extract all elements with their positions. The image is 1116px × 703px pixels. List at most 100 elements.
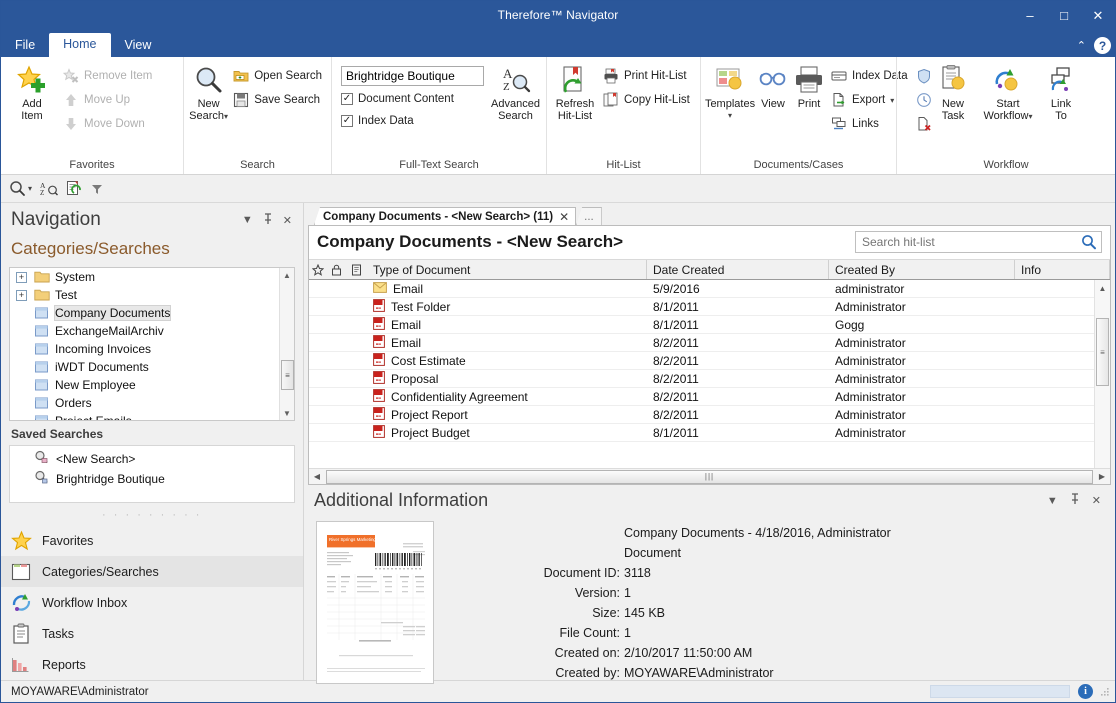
resize-grip-icon[interactable] xyxy=(1099,686,1111,698)
scroll-down-icon[interactable]: ▼ xyxy=(283,406,291,420)
table-row[interactable]: Email 8/1/2011 Gogg xyxy=(309,316,1110,334)
table-row[interactable]: Cost Estimate 8/2/2011 Administrator xyxy=(309,352,1110,370)
document-metadata: Company Documents - 4/18/2016, Administr… xyxy=(452,521,891,680)
navigation-dropdown-icon[interactable]: ▼ xyxy=(237,214,258,226)
scroll-left-icon[interactable]: ◀ xyxy=(309,472,325,481)
sidebar-item-categories-searches[interactable]: Categories/Searches xyxy=(1,556,303,587)
column-header-star[interactable] xyxy=(309,260,327,279)
refresh-hitlist-button[interactable]: Refresh Hit-List xyxy=(551,62,599,124)
table-row[interactable]: Test Folder 8/1/2011 Administrator xyxy=(309,298,1110,316)
column-header-type-of-document[interactable]: Type of Document xyxy=(367,260,647,279)
export-chevron-down-icon[interactable]: ▾ xyxy=(890,96,894,105)
tree-item-system[interactable]: + System xyxy=(10,268,294,286)
table-row[interactable]: Project Report 8/2/2011 Administrator xyxy=(309,406,1110,424)
column-header-note[interactable] xyxy=(345,260,367,279)
tree-item-iwdt-documents[interactable]: iWDT Documents xyxy=(10,358,294,376)
column-header-lock[interactable] xyxy=(327,260,345,279)
tab-view[interactable]: View xyxy=(111,34,166,58)
saved-search-new[interactable]: <New Search> xyxy=(10,449,294,469)
templates-chevron-down-icon[interactable]: ▾ xyxy=(728,110,732,122)
minimize-button[interactable]: – xyxy=(1013,1,1047,29)
search-hitlist-input[interactable] xyxy=(855,231,1102,253)
pane-splitter-handle[interactable]: · · · · · · · · · xyxy=(1,503,303,523)
tree-item-orders[interactable]: Orders xyxy=(10,394,294,412)
document-tab-overflow[interactable]: ... xyxy=(576,207,602,225)
tree-item-new-employee[interactable]: New Employee xyxy=(10,376,294,394)
column-header-date-created[interactable]: Date Created xyxy=(647,260,829,279)
hscroll-thumb[interactable]: ||| xyxy=(326,470,1093,484)
tree-item-project-emails[interactable]: Project Emails xyxy=(10,412,294,421)
advanced-search-button[interactable]: A Z Advanced Search xyxy=(489,62,542,124)
tree-item-exchangemailarchiv[interactable]: ExchangeMailArchiv xyxy=(10,322,294,340)
close-button[interactable]: ✕ xyxy=(1081,1,1115,29)
quick-search-icon[interactable]: ▾ xyxy=(9,180,32,197)
grid-vertical-scrollbar[interactable]: ▲ ≡ xyxy=(1094,280,1110,468)
scroll-up-icon[interactable]: ▲ xyxy=(1095,280,1110,296)
close-icon[interactable]: ✕ xyxy=(559,210,569,224)
filter-icon[interactable] xyxy=(91,182,103,196)
sidebar-item-tasks[interactable]: Tasks xyxy=(1,618,303,649)
new-search-button[interactable]: New Search▾ xyxy=(188,62,229,125)
expand-icon[interactable]: + xyxy=(16,290,27,301)
table-row[interactable]: Proposal 8/2/2011 Administrator xyxy=(309,370,1110,388)
tree-item-test[interactable]: + Test xyxy=(10,286,294,304)
table-row[interactable]: Project Budget 8/1/2011 Administrator xyxy=(309,424,1110,442)
quick-search-chevron-down-icon[interactable]: ▾ xyxy=(28,184,32,193)
tab-home[interactable]: Home xyxy=(49,33,110,58)
copy-hitlist-button[interactable]: Copy Hit-List xyxy=(599,88,695,112)
table-row[interactable]: Email 5/9/2016 administrator xyxy=(309,280,1110,298)
sidebar-item-reports[interactable]: Reports xyxy=(1,649,303,680)
navigation-close-icon[interactable]: ✕ xyxy=(278,214,297,227)
add-item-button[interactable]: Add Item xyxy=(5,62,59,124)
sort-az-icon[interactable]: A Z xyxy=(40,180,58,197)
view-button[interactable]: View xyxy=(755,62,791,112)
open-search-button[interactable]: Open Search xyxy=(229,64,327,88)
new-task-button[interactable]: New Task xyxy=(929,62,977,124)
help-icon[interactable]: ? xyxy=(1094,37,1111,54)
row-createdby-cell: Administrator xyxy=(829,354,1015,368)
workflow-chevron-down-icon[interactable]: ▾ xyxy=(1029,112,1033,121)
print-hitlist-button[interactable]: Print Hit-List xyxy=(599,64,695,88)
table-row[interactable]: Email 8/2/2011 Administrator xyxy=(309,334,1110,352)
sidebar-item-workflow-inbox[interactable]: Workflow Inbox xyxy=(1,587,303,618)
table-row[interactable]: Confidentiality Agreement 8/2/2011 Admin… xyxy=(309,388,1110,406)
document-tab-company-documents[interactable]: Company Documents - <New Search> (11) ✕ xyxy=(314,207,576,225)
title-bar: Therefore™ Navigator – □ ✕ xyxy=(1,1,1115,29)
document-content-checkbox[interactable]: ✓ xyxy=(341,93,353,105)
scroll-up-icon[interactable]: ▲ xyxy=(283,268,291,282)
sidebar-item-favorites[interactable]: Favorites xyxy=(1,525,303,556)
scroll-right-icon[interactable]: ▶ xyxy=(1094,472,1110,481)
document-thumbnail[interactable]: River Springs Marketing xyxy=(316,521,434,684)
saved-search-brightridge[interactable]: Brightridge Boutique xyxy=(10,469,294,489)
tree-vertical-scrollbar[interactable]: ▲ ▼ ≡ xyxy=(279,268,294,420)
info-icon[interactable]: i xyxy=(1078,684,1093,699)
category-tree[interactable]: + System + Test xyxy=(9,267,295,421)
grid-horizontal-scrollbar[interactable]: ◀ ||| ▶ xyxy=(309,468,1110,484)
maximize-button[interactable]: □ xyxy=(1047,1,1081,29)
chevron-down-icon[interactable]: ▾ xyxy=(224,112,228,121)
tree-item-company-documents[interactable]: Company Documents xyxy=(10,304,294,322)
column-header-created-by[interactable]: Created By xyxy=(829,260,1015,279)
templates-button[interactable]: Templates ▾ xyxy=(705,62,755,124)
column-header-info[interactable]: Info xyxy=(1015,260,1110,279)
index-data-check-row[interactable]: ✓ Index Data xyxy=(341,111,484,130)
collapse-ribbon-icon[interactable]: ⌃ xyxy=(1077,39,1086,52)
additional-info-close-icon[interactable]: ✕ xyxy=(1086,494,1107,507)
export-list-icon[interactable] xyxy=(66,180,83,197)
search-icon[interactable] xyxy=(1081,234,1097,253)
index-data-checkbox[interactable]: ✓ xyxy=(341,115,353,127)
tab-file[interactable]: File xyxy=(1,34,49,58)
document-content-check-row[interactable]: ✓ Document Content xyxy=(341,89,484,108)
additional-info-pin-icon[interactable] xyxy=(1064,493,1086,508)
additional-info-dropdown-icon[interactable]: ▼ xyxy=(1041,495,1064,507)
start-workflow-button[interactable]: Start Workflow▾ xyxy=(977,62,1039,125)
print-button[interactable]: Print xyxy=(791,62,827,112)
scroll-thumb[interactable]: ≡ xyxy=(281,360,294,390)
expand-icon[interactable]: + xyxy=(16,272,27,283)
tree-item-incoming-invoices[interactable]: Incoming Invoices xyxy=(10,340,294,358)
save-search-button[interactable]: Save Search xyxy=(229,88,327,112)
link-to-button[interactable]: Link To xyxy=(1039,62,1083,124)
fulltext-search-input[interactable] xyxy=(341,66,484,86)
scroll-thumb[interactable]: ≡ xyxy=(1096,318,1109,386)
navigation-pin-icon[interactable] xyxy=(258,213,278,228)
